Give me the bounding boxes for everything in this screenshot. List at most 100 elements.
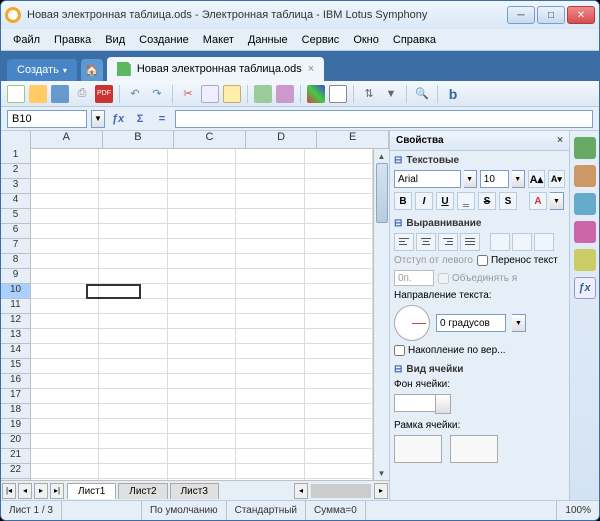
row-header[interactable]: 22 <box>1 464 30 479</box>
cell[interactable] <box>31 269 99 283</box>
menu-create[interactable]: Создание <box>133 32 195 48</box>
cell[interactable] <box>99 314 167 328</box>
cell[interactable] <box>99 479 167 480</box>
menu-edit[interactable]: Правка <box>48 32 97 48</box>
align-left-button[interactable] <box>394 233 414 251</box>
degrees-dropdown-icon[interactable]: ▼ <box>512 314 526 332</box>
row-header[interactable]: 4 <box>1 194 30 209</box>
hscroll-right-button[interactable]: ▸ <box>374 483 388 499</box>
strike-button[interactable]: S <box>478 192 496 210</box>
cell[interactable] <box>168 464 236 478</box>
cell[interactable] <box>305 194 373 208</box>
cell[interactable] <box>168 194 236 208</box>
cell[interactable] <box>31 164 99 178</box>
cell[interactable] <box>236 239 304 253</box>
menu-file[interactable]: Файл <box>7 32 46 48</box>
cell[interactable] <box>99 209 167 223</box>
cell[interactable] <box>31 464 99 478</box>
row-header[interactable]: 6 <box>1 224 30 239</box>
functions-panel-icon[interactable]: ƒx <box>574 277 596 299</box>
font-name-combo[interactable]: Arial <box>394 170 461 188</box>
cell[interactable] <box>168 299 236 313</box>
cell[interactable] <box>305 239 373 253</box>
row-header[interactable]: 14 <box>1 344 30 359</box>
row-header[interactable]: 10 <box>1 284 30 299</box>
border-preset-button[interactable] <box>394 435 442 463</box>
col-header-b[interactable]: B <box>103 131 175 148</box>
font-grow-button[interactable]: A▴ <box>528 170 545 188</box>
cell[interactable] <box>236 434 304 448</box>
cell[interactable] <box>99 299 167 313</box>
cell[interactable] <box>31 329 99 343</box>
font-size-dropdown-icon[interactable]: ▼ <box>512 170 525 188</box>
navigator-panel-icon[interactable] <box>574 193 596 215</box>
cell[interactable] <box>305 269 373 283</box>
menu-tools[interactable]: Сервис <box>296 32 346 48</box>
cell[interactable] <box>168 329 236 343</box>
col-header-a[interactable]: A <box>31 131 103 148</box>
cell[interactable] <box>236 164 304 178</box>
search-icon[interactable]: 🔍 <box>413 85 431 103</box>
cell[interactable] <box>31 449 99 463</box>
print-icon[interactable]: ⎙ <box>73 85 91 103</box>
cell[interactable] <box>168 359 236 373</box>
cell[interactable] <box>236 404 304 418</box>
cell[interactable] <box>236 224 304 238</box>
cell[interactable] <box>305 449 373 463</box>
cell[interactable] <box>99 179 167 193</box>
cell[interactable] <box>99 434 167 448</box>
hscroll-left-button[interactable]: ◂ <box>294 483 308 499</box>
cell[interactable] <box>305 254 373 268</box>
select-all-corner[interactable] <box>1 131 31 149</box>
cell[interactable] <box>305 389 373 403</box>
cell[interactable] <box>168 344 236 358</box>
cell[interactable] <box>305 179 373 193</box>
col-header-e[interactable]: E <box>317 131 389 148</box>
menu-layout[interactable]: Макет <box>197 32 240 48</box>
copy-icon[interactable] <box>201 85 219 103</box>
degrees-combo[interactable]: 0 градусов <box>436 314 506 332</box>
section-align[interactable]: Выравнивание <box>394 218 565 229</box>
create-document-button[interactable]: Создать <box>7 59 77 81</box>
undo-icon[interactable]: ↶ <box>126 85 144 103</box>
tab-last-button[interactable]: ▸| <box>50 483 64 499</box>
italic-button[interactable]: I <box>415 192 433 210</box>
cell[interactable] <box>168 254 236 268</box>
valign-middle-button[interactable] <box>512 233 532 251</box>
sheet-tab-1[interactable]: Лист1 <box>67 483 116 499</box>
cell[interactable] <box>305 314 373 328</box>
cell[interactable] <box>99 269 167 283</box>
menu-help[interactable]: Справка <box>387 32 442 48</box>
cell[interactable] <box>31 314 99 328</box>
cell[interactable] <box>305 434 373 448</box>
cell[interactable] <box>168 149 236 163</box>
menu-data[interactable]: Данные <box>242 32 294 48</box>
new-icon[interactable] <box>7 85 25 103</box>
cell[interactable] <box>31 209 99 223</box>
bg-color-swatch[interactable] <box>394 394 438 412</box>
cell[interactable] <box>168 239 236 253</box>
cell[interactable] <box>99 389 167 403</box>
row-header[interactable]: 15 <box>1 359 30 374</box>
hscroll-track[interactable] <box>311 484 371 498</box>
close-button[interactable]: ✕ <box>567 6 595 24</box>
bold-button[interactable]: B <box>394 192 412 210</box>
row-header[interactable]: 11 <box>1 299 30 314</box>
status-mode[interactable]: Стандартный <box>227 501 306 520</box>
formula-input[interactable] <box>175 110 593 128</box>
cell[interactable] <box>168 179 236 193</box>
cell[interactable] <box>305 344 373 358</box>
cell[interactable] <box>168 479 236 480</box>
cell[interactable] <box>99 164 167 178</box>
cut-icon[interactable]: ✂ <box>179 85 197 103</box>
cell[interactable] <box>99 449 167 463</box>
stack-checkbox[interactable] <box>394 345 405 356</box>
col-header-d[interactable]: D <box>246 131 318 148</box>
cell[interactable] <box>168 374 236 388</box>
cell[interactable] <box>31 344 99 358</box>
border-style-button[interactable] <box>450 435 498 463</box>
row-header[interactable]: 18 <box>1 404 30 419</box>
section-cellview[interactable]: Вид ячейки <box>394 364 565 375</box>
underline-button[interactable]: U <box>436 192 454 210</box>
cell[interactable] <box>236 479 304 480</box>
